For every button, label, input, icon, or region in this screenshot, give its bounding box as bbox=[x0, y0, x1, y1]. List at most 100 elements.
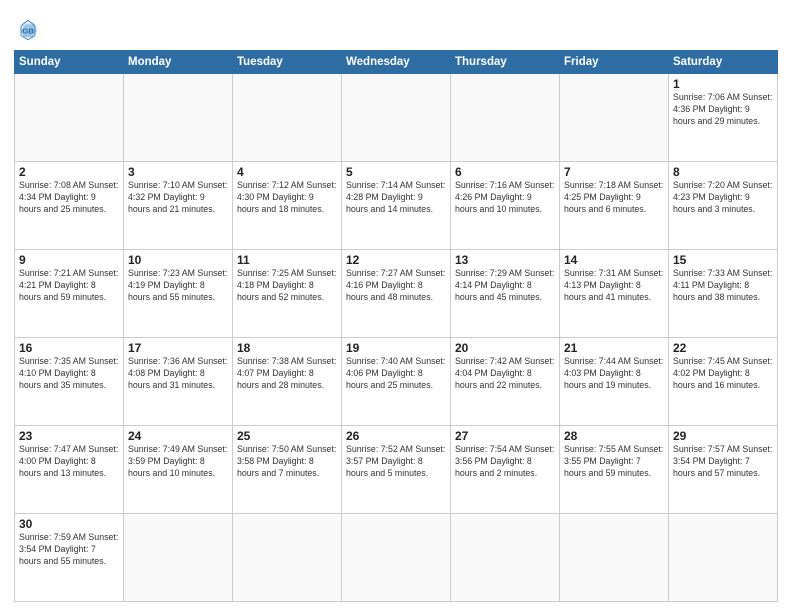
page: GB Sunday Monday Tuesday Wednesday Thurs… bbox=[0, 0, 792, 612]
calendar-cell bbox=[233, 74, 342, 162]
calendar-cell: 29Sunrise: 7:57 AM Sunset: 3:54 PM Dayli… bbox=[669, 426, 778, 514]
calendar-cell: 13Sunrise: 7:29 AM Sunset: 4:14 PM Dayli… bbox=[451, 250, 560, 338]
day-info: Sunrise: 7:57 AM Sunset: 3:54 PM Dayligh… bbox=[673, 444, 773, 480]
svg-text:GB: GB bbox=[22, 27, 34, 36]
day-number: 22 bbox=[673, 341, 773, 355]
calendar-cell: 20Sunrise: 7:42 AM Sunset: 4:04 PM Dayli… bbox=[451, 338, 560, 426]
day-number: 16 bbox=[19, 341, 119, 355]
day-info: Sunrise: 7:50 AM Sunset: 3:58 PM Dayligh… bbox=[237, 444, 337, 480]
day-number: 23 bbox=[19, 429, 119, 443]
calendar-cell: 12Sunrise: 7:27 AM Sunset: 4:16 PM Dayli… bbox=[342, 250, 451, 338]
calendar-cell: 1Sunrise: 7:06 AM Sunset: 4:36 PM Daylig… bbox=[669, 74, 778, 162]
calendar-cell: 18Sunrise: 7:38 AM Sunset: 4:07 PM Dayli… bbox=[233, 338, 342, 426]
calendar-cell: 25Sunrise: 7:50 AM Sunset: 3:58 PM Dayli… bbox=[233, 426, 342, 514]
calendar-cell: 26Sunrise: 7:52 AM Sunset: 3:57 PM Dayli… bbox=[342, 426, 451, 514]
day-info: Sunrise: 7:47 AM Sunset: 4:00 PM Dayligh… bbox=[19, 444, 119, 480]
calendar-cell bbox=[560, 74, 669, 162]
day-number: 13 bbox=[455, 253, 555, 267]
day-number: 28 bbox=[564, 429, 664, 443]
calendar-cell: 10Sunrise: 7:23 AM Sunset: 4:19 PM Dayli… bbox=[124, 250, 233, 338]
calendar-week-5: 23Sunrise: 7:47 AM Sunset: 4:00 PM Dayli… bbox=[15, 426, 778, 514]
day-info: Sunrise: 7:55 AM Sunset: 3:55 PM Dayligh… bbox=[564, 444, 664, 480]
calendar-cell bbox=[451, 514, 560, 602]
day-info: Sunrise: 7:29 AM Sunset: 4:14 PM Dayligh… bbox=[455, 268, 555, 304]
day-info: Sunrise: 7:54 AM Sunset: 3:56 PM Dayligh… bbox=[455, 444, 555, 480]
day-number: 1 bbox=[673, 77, 773, 91]
calendar-cell: 17Sunrise: 7:36 AM Sunset: 4:08 PM Dayli… bbox=[124, 338, 233, 426]
day-number: 2 bbox=[19, 165, 119, 179]
day-info: Sunrise: 7:59 AM Sunset: 3:54 PM Dayligh… bbox=[19, 532, 119, 568]
calendar-cell: 24Sunrise: 7:49 AM Sunset: 3:59 PM Dayli… bbox=[124, 426, 233, 514]
day-number: 25 bbox=[237, 429, 337, 443]
calendar-header: Sunday Monday Tuesday Wednesday Thursday… bbox=[15, 51, 778, 74]
col-saturday: Saturday bbox=[669, 51, 778, 74]
calendar-cell: 21Sunrise: 7:44 AM Sunset: 4:03 PM Dayli… bbox=[560, 338, 669, 426]
day-number: 17 bbox=[128, 341, 228, 355]
day-info: Sunrise: 7:08 AM Sunset: 4:34 PM Dayligh… bbox=[19, 180, 119, 216]
calendar-cell bbox=[124, 74, 233, 162]
col-tuesday: Tuesday bbox=[233, 51, 342, 74]
day-number: 12 bbox=[346, 253, 446, 267]
col-monday: Monday bbox=[124, 51, 233, 74]
calendar-cell: 11Sunrise: 7:25 AM Sunset: 4:18 PM Dayli… bbox=[233, 250, 342, 338]
day-number: 14 bbox=[564, 253, 664, 267]
day-info: Sunrise: 7:14 AM Sunset: 4:28 PM Dayligh… bbox=[346, 180, 446, 216]
logo-icon: GB bbox=[14, 16, 42, 44]
calendar-cell: 19Sunrise: 7:40 AM Sunset: 4:06 PM Dayli… bbox=[342, 338, 451, 426]
day-info: Sunrise: 7:21 AM Sunset: 4:21 PM Dayligh… bbox=[19, 268, 119, 304]
calendar-cell: 2Sunrise: 7:08 AM Sunset: 4:34 PM Daylig… bbox=[15, 162, 124, 250]
day-number: 15 bbox=[673, 253, 773, 267]
calendar-cell bbox=[451, 74, 560, 162]
day-number: 11 bbox=[237, 253, 337, 267]
calendar-cell: 3Sunrise: 7:10 AM Sunset: 4:32 PM Daylig… bbox=[124, 162, 233, 250]
calendar-cell: 7Sunrise: 7:18 AM Sunset: 4:25 PM Daylig… bbox=[560, 162, 669, 250]
calendar-body: 1Sunrise: 7:06 AM Sunset: 4:36 PM Daylig… bbox=[15, 74, 778, 602]
col-sunday: Sunday bbox=[15, 51, 124, 74]
calendar-cell: 30Sunrise: 7:59 AM Sunset: 3:54 PM Dayli… bbox=[15, 514, 124, 602]
day-info: Sunrise: 7:25 AM Sunset: 4:18 PM Dayligh… bbox=[237, 268, 337, 304]
day-number: 8 bbox=[673, 165, 773, 179]
day-number: 26 bbox=[346, 429, 446, 443]
day-info: Sunrise: 7:23 AM Sunset: 4:19 PM Dayligh… bbox=[128, 268, 228, 304]
day-number: 29 bbox=[673, 429, 773, 443]
calendar-cell: 16Sunrise: 7:35 AM Sunset: 4:10 PM Dayli… bbox=[15, 338, 124, 426]
logo: GB bbox=[14, 16, 46, 44]
col-thursday: Thursday bbox=[451, 51, 560, 74]
col-wednesday: Wednesday bbox=[342, 51, 451, 74]
day-number: 27 bbox=[455, 429, 555, 443]
day-info: Sunrise: 7:33 AM Sunset: 4:11 PM Dayligh… bbox=[673, 268, 773, 304]
calendar-week-4: 16Sunrise: 7:35 AM Sunset: 4:10 PM Dayli… bbox=[15, 338, 778, 426]
calendar-cell bbox=[342, 514, 451, 602]
header: GB bbox=[14, 12, 778, 44]
calendar-week-1: 1Sunrise: 7:06 AM Sunset: 4:36 PM Daylig… bbox=[15, 74, 778, 162]
day-number: 10 bbox=[128, 253, 228, 267]
calendar-cell bbox=[233, 514, 342, 602]
calendar-cell: 9Sunrise: 7:21 AM Sunset: 4:21 PM Daylig… bbox=[15, 250, 124, 338]
day-number: 7 bbox=[564, 165, 664, 179]
day-number: 21 bbox=[564, 341, 664, 355]
day-info: Sunrise: 7:06 AM Sunset: 4:36 PM Dayligh… bbox=[673, 92, 773, 128]
day-info: Sunrise: 7:45 AM Sunset: 4:02 PM Dayligh… bbox=[673, 356, 773, 392]
calendar-cell: 6Sunrise: 7:16 AM Sunset: 4:26 PM Daylig… bbox=[451, 162, 560, 250]
day-info: Sunrise: 7:12 AM Sunset: 4:30 PM Dayligh… bbox=[237, 180, 337, 216]
calendar-cell bbox=[124, 514, 233, 602]
calendar-week-2: 2Sunrise: 7:08 AM Sunset: 4:34 PM Daylig… bbox=[15, 162, 778, 250]
calendar-week-3: 9Sunrise: 7:21 AM Sunset: 4:21 PM Daylig… bbox=[15, 250, 778, 338]
calendar-cell: 4Sunrise: 7:12 AM Sunset: 4:30 PM Daylig… bbox=[233, 162, 342, 250]
calendar-table: Sunday Monday Tuesday Wednesday Thursday… bbox=[14, 50, 778, 602]
day-info: Sunrise: 7:16 AM Sunset: 4:26 PM Dayligh… bbox=[455, 180, 555, 216]
day-info: Sunrise: 7:49 AM Sunset: 3:59 PM Dayligh… bbox=[128, 444, 228, 480]
day-info: Sunrise: 7:31 AM Sunset: 4:13 PM Dayligh… bbox=[564, 268, 664, 304]
calendar-week-6: 30Sunrise: 7:59 AM Sunset: 3:54 PM Dayli… bbox=[15, 514, 778, 602]
day-number: 4 bbox=[237, 165, 337, 179]
calendar-cell: 23Sunrise: 7:47 AM Sunset: 4:00 PM Dayli… bbox=[15, 426, 124, 514]
day-number: 3 bbox=[128, 165, 228, 179]
day-info: Sunrise: 7:38 AM Sunset: 4:07 PM Dayligh… bbox=[237, 356, 337, 392]
calendar-cell: 27Sunrise: 7:54 AM Sunset: 3:56 PM Dayli… bbox=[451, 426, 560, 514]
calendar-cell: 15Sunrise: 7:33 AM Sunset: 4:11 PM Dayli… bbox=[669, 250, 778, 338]
day-info: Sunrise: 7:44 AM Sunset: 4:03 PM Dayligh… bbox=[564, 356, 664, 392]
calendar-cell: 22Sunrise: 7:45 AM Sunset: 4:02 PM Dayli… bbox=[669, 338, 778, 426]
calendar-cell bbox=[342, 74, 451, 162]
day-info: Sunrise: 7:36 AM Sunset: 4:08 PM Dayligh… bbox=[128, 356, 228, 392]
calendar-cell bbox=[15, 74, 124, 162]
